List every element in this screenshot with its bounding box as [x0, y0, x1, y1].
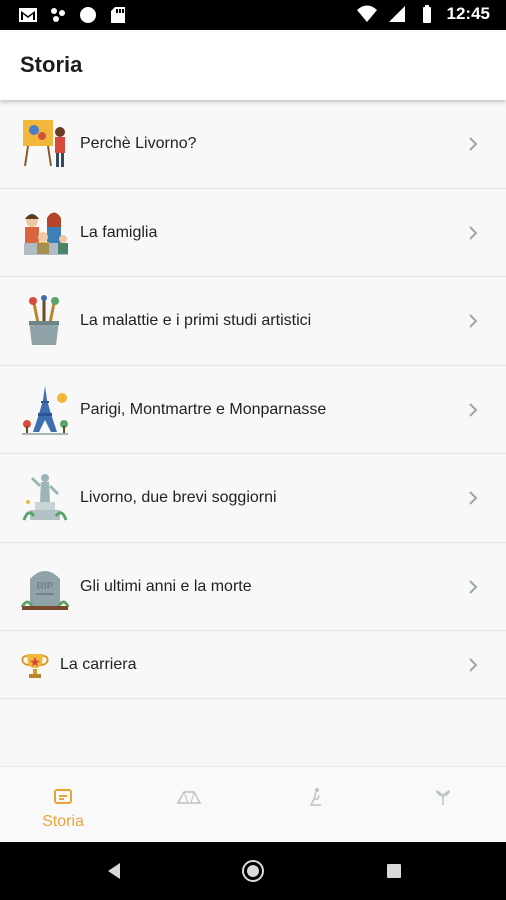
list-item-label: La famiglia: [80, 223, 158, 241]
map-icon: [176, 791, 202, 804]
list-item-label: La malattie e i primi studi artistici: [80, 312, 312, 329]
list-item-perche-livorno[interactable]: Perchè Livorno?: [0, 100, 506, 189]
nav-label: Storia: [42, 813, 84, 830]
chevron-right-icon: [469, 491, 478, 505]
chevron-right-icon: [469, 225, 478, 240]
home-icon[interactable]: [241, 859, 265, 883]
list-item-parigi[interactable]: Parigi, Montmartre e Monparnasse: [0, 365, 506, 454]
back-icon[interactable]: [102, 859, 126, 883]
battery-icon: [422, 5, 431, 23]
painter-easel-icon: [23, 120, 65, 167]
bottom-navigation: Storia: [0, 766, 506, 842]
list-item-ultimi-anni[interactable]: RIP Gli ultimi anni e la morte: [0, 542, 506, 631]
page-title: Storia: [20, 52, 83, 77]
recents-icon[interactable]: [382, 859, 406, 883]
list-item-label: Gli ultimi anni e la morte: [80, 577, 252, 595]
svg-text:RIP: RIP: [37, 581, 54, 592]
history-icon: [54, 789, 72, 804]
family-icon: [24, 212, 68, 255]
nav-tab-leaves[interactable]: [380, 767, 506, 843]
gmail-icon: [19, 8, 37, 22]
circle-icon: [80, 7, 96, 23]
list-item-label: Perchè Livorno?: [80, 135, 197, 152]
status-time: 12:45: [446, 4, 490, 23]
chevron-right-icon: [469, 137, 478, 151]
eiffel-tower-icon: [22, 385, 68, 435]
photos-icon: [51, 8, 65, 22]
list-item-label: La carriera: [60, 656, 137, 673]
list-item-label: Parigi, Montmartre e Monparnasse: [80, 400, 327, 418]
trophy-icon: [21, 654, 49, 678]
chevron-right-icon: [469, 658, 478, 672]
rip-tombstone-icon: RIP: [20, 570, 70, 610]
signal-icon: [388, 6, 405, 22]
chevron-right-icon: [469, 579, 478, 594]
history-list: Perchè Livorno? La famiglia La malattie …: [0, 100, 506, 699]
sd-card-icon: [111, 7, 125, 23]
nav-tab-storia[interactable]: Storia: [0, 767, 126, 843]
app-bar: Storia: [0, 30, 506, 100]
list-item-famiglia[interactable]: La famiglia: [0, 188, 506, 277]
chevron-right-icon: [469, 314, 478, 328]
paint-brushes-cup-icon: [29, 295, 59, 345]
list-item-livorno-soggiorni[interactable]: Livorno, due brevi soggiorni: [0, 454, 506, 543]
sculpture-icon: [309, 788, 321, 806]
nav-tab-sculpture[interactable]: [253, 767, 379, 843]
chevron-right-icon: [469, 402, 478, 417]
statue-icon: [22, 474, 68, 521]
status-bar: 12:45: [0, 0, 506, 30]
wifi-icon: [356, 5, 377, 22]
list-item-malattie[interactable]: La malattie e i primi studi artistici: [0, 277, 506, 366]
system-navigation-bar: [0, 842, 506, 900]
leaves-icon: [436, 790, 450, 805]
list-item-label: Livorno, due brevi soggiorni: [80, 489, 277, 506]
list-item-carriera[interactable]: La carriera: [0, 631, 506, 699]
nav-tab-map[interactable]: [126, 767, 252, 843]
